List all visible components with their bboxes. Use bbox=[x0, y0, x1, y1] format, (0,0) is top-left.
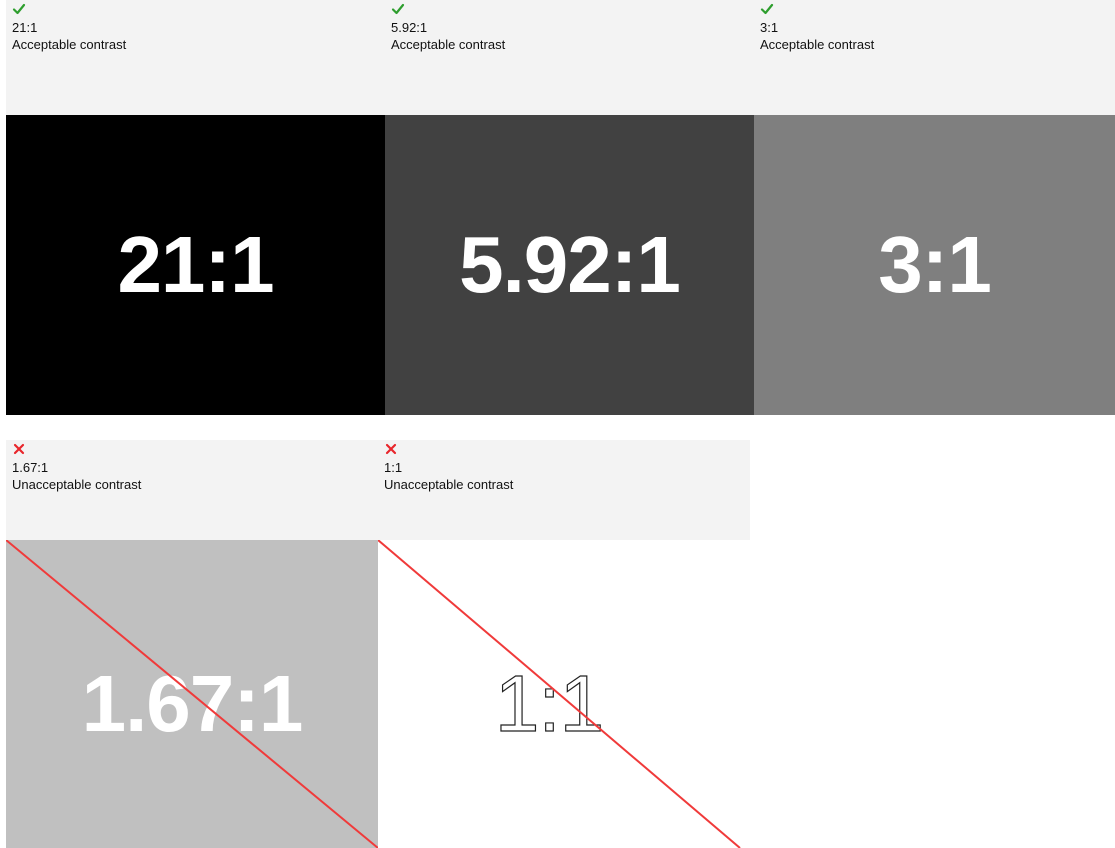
swatch-sample-text: 3:1 bbox=[878, 220, 992, 309]
contrast-ratio-label: 5.92:1 bbox=[391, 20, 428, 35]
strikethrough-line bbox=[6, 540, 378, 848]
contrast-verdict-label: Acceptable contrast bbox=[12, 37, 127, 52]
contrast-swatch: 21:1 bbox=[6, 115, 385, 415]
contrast-card-1-1: 1:1 Unacceptable contrast 1:1 bbox=[378, 440, 750, 848]
strikethrough-line bbox=[378, 540, 741, 848]
contrast-card-3-1: 3:1 Acceptable contrast 3:1 bbox=[754, 0, 1115, 415]
contrast-swatch: 1.67:1 bbox=[6, 540, 378, 848]
contrast-ratio-label: 1:1 bbox=[384, 460, 403, 475]
swatch-sample-text: 5.92:1 bbox=[459, 220, 681, 309]
swatch-sample-text: 21:1 bbox=[117, 220, 274, 309]
contrast-card-1-67-1: 1.67:1 Unacceptable contrast 1.67:1 bbox=[6, 440, 378, 848]
contrast-verdict-label: Acceptable contrast bbox=[760, 37, 875, 52]
contrast-verdict-label: Unacceptable contrast bbox=[12, 477, 142, 492]
checkmark-icon bbox=[391, 3, 405, 15]
contrast-ratio-label: 21:1 bbox=[12, 20, 38, 35]
contrast-swatch: 1:1 bbox=[378, 540, 750, 848]
cross-icon bbox=[13, 443, 25, 455]
contrast-card-5-92-1: 5.92:1 Acceptable contrast 5.92:1 bbox=[385, 0, 754, 415]
contrast-verdict-label: Acceptable contrast bbox=[391, 37, 506, 52]
card-header: 3:1 Acceptable contrast bbox=[754, 0, 1115, 115]
cross-icon bbox=[385, 443, 397, 455]
contrast-card-21-1: 21:1 Acceptable contrast 21:1 bbox=[6, 0, 385, 415]
checkmark-icon bbox=[12, 3, 26, 15]
card-header: 21:1 Acceptable contrast bbox=[6, 0, 385, 115]
contrast-swatch: 3:1 bbox=[754, 115, 1115, 415]
card-header: 1:1 Unacceptable contrast bbox=[378, 440, 750, 540]
card-header: 1.67:1 Unacceptable contrast bbox=[6, 440, 378, 540]
contrast-verdict-label: Unacceptable contrast bbox=[384, 477, 514, 492]
card-header: 5.92:1 Acceptable contrast bbox=[385, 0, 754, 115]
contrast-ratio-label: 3:1 bbox=[760, 20, 779, 35]
checkmark-icon bbox=[760, 3, 774, 15]
contrast-ratio-label: 1.67:1 bbox=[12, 460, 49, 475]
contrast-swatch: 5.92:1 bbox=[385, 115, 754, 415]
